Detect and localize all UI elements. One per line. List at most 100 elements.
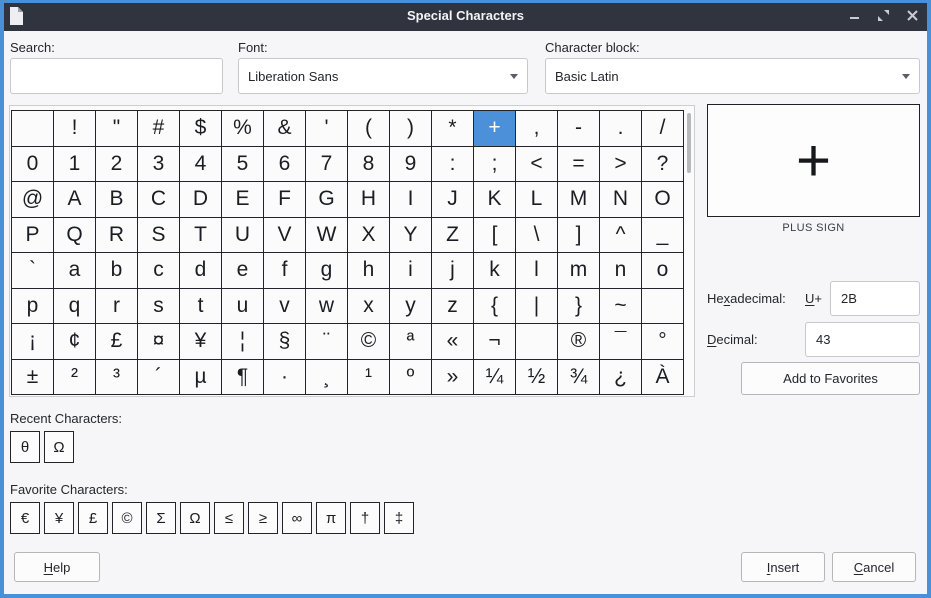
grid-cell[interactable]: / <box>642 111 684 147</box>
grid-cell[interactable]: 6 <box>264 147 306 183</box>
grid-cell[interactable]: % <box>222 111 264 147</box>
grid-cell[interactable]: ' <box>306 111 348 147</box>
character-block-dropdown[interactable]: Basic Latin <box>545 58 920 94</box>
grid-cell[interactable]: b <box>96 253 138 289</box>
grid-cell[interactable]: x <box>348 289 390 325</box>
grid-cell[interactable]: ; <box>474 147 516 183</box>
grid-cell[interactable]: G <box>306 182 348 218</box>
grid-cell[interactable]: 7 <box>306 147 348 183</box>
minimize-button[interactable] <box>847 9 861 23</box>
character-box[interactable]: ‡ <box>384 502 414 534</box>
search-input[interactable] <box>10 58 223 94</box>
grid-cell[interactable] <box>516 324 558 360</box>
grid-cell[interactable]: g <box>306 253 348 289</box>
character-box[interactable]: ∞ <box>282 502 312 534</box>
grid-cell[interactable]: e <box>222 253 264 289</box>
grid-cell[interactable]: E <box>222 182 264 218</box>
grid-cell[interactable]: º <box>390 360 432 396</box>
grid-cell[interactable]: µ <box>180 360 222 396</box>
grid-cell[interactable]: | <box>516 289 558 325</box>
grid-cell[interactable]: m <box>558 253 600 289</box>
grid-cell[interactable]: > <box>600 147 642 183</box>
grid-cell[interactable]: ¾ <box>558 360 600 396</box>
grid-cell[interactable]: c <box>138 253 180 289</box>
grid-cell[interactable]: o <box>642 253 684 289</box>
character-box[interactable]: © <box>112 502 142 534</box>
font-dropdown[interactable]: Liberation Sans <box>238 58 528 94</box>
grid-cell[interactable]: ¹ <box>348 360 390 396</box>
grid-cell[interactable]: 4 <box>180 147 222 183</box>
grid-cell[interactable]: ¯ <box>600 324 642 360</box>
title-bar[interactable]: Special Characters <box>0 0 931 31</box>
grid-cell[interactable]: » <box>432 360 474 396</box>
grid-cell[interactable]: ? <box>642 147 684 183</box>
grid-cell[interactable]: [ <box>474 218 516 254</box>
grid-cell[interactable]: ! <box>54 111 96 147</box>
grid-cell[interactable]: Q <box>54 218 96 254</box>
grid-cell[interactable]: H <box>348 182 390 218</box>
grid-cell[interactable]: j <box>432 253 474 289</box>
grid-cell[interactable]: ¥ <box>180 324 222 360</box>
decimal-input[interactable] <box>805 322 920 357</box>
grid-cell[interactable]: h <box>348 253 390 289</box>
grid-cell[interactable]: = <box>558 147 600 183</box>
grid-cell[interactable]: ` <box>12 253 54 289</box>
grid-cell[interactable]: 5 <box>222 147 264 183</box>
grid-cell[interactable]: © <box>348 324 390 360</box>
grid-cell[interactable]: n <box>600 253 642 289</box>
grid-cell[interactable]: s <box>138 289 180 325</box>
grid-cell[interactable]: ( <box>348 111 390 147</box>
grid-cell[interactable]: C <box>138 182 180 218</box>
grid-cell[interactable]: ~ <box>600 289 642 325</box>
grid-cell[interactable]: ² <box>54 360 96 396</box>
grid-cell[interactable]: + <box>474 111 516 147</box>
character-box[interactable]: ≤ <box>214 502 244 534</box>
grid-cell[interactable]: ¬ <box>474 324 516 360</box>
grid-cell[interactable]: À <box>642 360 684 396</box>
grid-cell[interactable]: J <box>432 182 474 218</box>
character-box[interactable]: † <box>350 502 380 534</box>
grid-cell[interactable]: ± <box>12 360 54 396</box>
character-box[interactable]: θ <box>10 431 40 463</box>
grid-cell[interactable]: l <box>516 253 558 289</box>
grid-cell[interactable]: { <box>474 289 516 325</box>
grid-cell[interactable]: v <box>264 289 306 325</box>
grid-cell[interactable]: k <box>474 253 516 289</box>
grid-cell[interactable]: ¢ <box>54 324 96 360</box>
grid-cell[interactable]: ³ <box>96 360 138 396</box>
character-box[interactable]: ¥ <box>44 502 74 534</box>
grid-cell[interactable]: U <box>222 218 264 254</box>
grid-cell[interactable]: ^ <box>600 218 642 254</box>
grid-cell[interactable]: r <box>96 289 138 325</box>
grid-cell[interactable]: O <box>642 182 684 218</box>
grid-cell[interactable]: ° <box>642 324 684 360</box>
grid-cell[interactable]: ¤ <box>138 324 180 360</box>
grid-cell[interactable]: ª <box>390 324 432 360</box>
grid-cell[interactable]: 0 <box>12 147 54 183</box>
grid-cell[interactable]: , <box>516 111 558 147</box>
grid-cell[interactable]: ¼ <box>474 360 516 396</box>
grid-cell[interactable]: ® <box>558 324 600 360</box>
grid-cell[interactable]: I <box>390 182 432 218</box>
grid-cell[interactable]: D <box>180 182 222 218</box>
grid-cell[interactable]: F <box>264 182 306 218</box>
grid-cell[interactable]: R <box>96 218 138 254</box>
grid-cell[interactable]: Z <box>432 218 474 254</box>
grid-cell[interactable]: ¶ <box>222 360 264 396</box>
grid-cell[interactable]: * <box>432 111 474 147</box>
grid-cell[interactable]: ¸ <box>306 360 348 396</box>
insert-button[interactable]: Insert <box>741 552 825 582</box>
grid-cell[interactable]: 1 <box>54 147 96 183</box>
grid-cell[interactable]: 3 <box>138 147 180 183</box>
grid-cell[interactable]: _ <box>642 218 684 254</box>
character-box[interactable]: Ω <box>44 431 74 463</box>
grid-cell[interactable]: z <box>432 289 474 325</box>
grid-cell[interactable]: w <box>306 289 348 325</box>
grid-cell[interactable]: « <box>432 324 474 360</box>
grid-cell[interactable]: " <box>96 111 138 147</box>
grid-cell[interactable]: - <box>558 111 600 147</box>
grid-cell[interactable]: p <box>12 289 54 325</box>
grid-cell[interactable]: £ <box>96 324 138 360</box>
grid-cell[interactable]: · <box>264 360 306 396</box>
grid-cell[interactable]: a <box>54 253 96 289</box>
